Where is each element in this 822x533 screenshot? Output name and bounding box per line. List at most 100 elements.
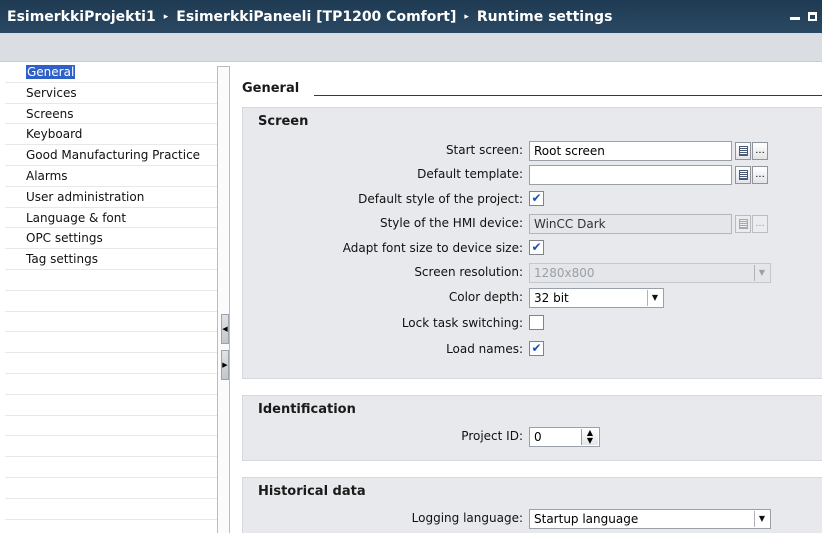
collapse-left-icon[interactable]: ◀ — [221, 314, 229, 344]
nav-item-label: User administration — [26, 189, 145, 204]
splitter-border — [217, 66, 230, 533]
historical-data-panel: Historical data Logging language: Startu… — [242, 477, 822, 533]
nav-empty-row — [5, 478, 217, 499]
field-label: Start screen: — [445, 143, 523, 157]
project-id-row: Project ID: 0 ▲ ▼ — [243, 427, 822, 447]
field-label: Color depth: — [448, 290, 523, 304]
hmi-style-field: WinCC Dark — [529, 214, 732, 234]
nav-item-general[interactable]: General — [5, 62, 217, 83]
default-style-checkbox[interactable]: ✔ — [529, 191, 544, 206]
breadcrumb-separator-icon: ▸ — [464, 11, 469, 22]
load-names-row: Load names: ✔ — [243, 340, 822, 360]
field-label: Default template: — [417, 167, 523, 181]
stepper-value: 0 — [534, 430, 542, 444]
logging-language-row: Logging language: Startup language ▼ — [243, 509, 822, 529]
nav-item-label: Keyboard — [26, 127, 83, 142]
nav-item-user-administration[interactable]: User administration — [5, 187, 217, 208]
nav-item-label: Screens — [26, 106, 74, 121]
nav-item-gmp[interactable]: Good Manufacturing Practice — [5, 145, 217, 166]
breadcrumb-device[interactable]: EsimerkkiPaneeli [TP1200 Comfort] — [176, 9, 456, 25]
nav-empty-row — [5, 374, 217, 395]
load-names-checkbox[interactable]: ✔ — [529, 341, 544, 356]
panel-title: Identification — [258, 402, 356, 417]
nav-item-tag-settings[interactable]: Tag settings — [5, 249, 217, 270]
dropdown-value: 1280x800 — [534, 266, 595, 280]
chevron-down-icon[interactable]: ▼ — [647, 290, 662, 306]
breadcrumb-separator-icon: ▸ — [163, 11, 169, 22]
nav-item-label: OPC settings — [26, 231, 103, 246]
nav-item-label: Alarms — [26, 168, 68, 183]
adapt-font-row: Adapt font size to device size: ✔ — [243, 239, 822, 259]
pane-splitter[interactable]: ◀ ▶ — [217, 62, 233, 533]
nav-empty-row — [5, 312, 217, 333]
adapt-font-checkbox[interactable]: ✔ — [529, 240, 544, 255]
field-label: Screen resolution: — [414, 265, 523, 279]
color-depth-row: Color depth: 32 bit ▼ — [243, 288, 822, 308]
restore-icon[interactable] — [808, 9, 820, 23]
nav-empty-row — [5, 416, 217, 437]
nav-empty-row — [5, 270, 217, 291]
identification-panel: Identification Project ID: 0 ▲ ▼ — [242, 395, 822, 461]
spin-arrows-icon[interactable]: ▲ ▼ — [581, 429, 598, 445]
field-label: Load names: — [446, 342, 523, 356]
nav-empty-row — [5, 436, 217, 458]
project-id-stepper[interactable]: 0 ▲ ▼ — [529, 427, 600, 447]
nav-empty-row — [5, 332, 217, 354]
browse-button: ... — [752, 215, 768, 233]
list-icon[interactable] — [735, 142, 751, 160]
dropdown-value: 32 bit — [534, 291, 569, 305]
settings-content: General Screen Start screen: Root screen… — [233, 62, 822, 533]
logging-language-dropdown[interactable]: Startup language ▼ — [529, 509, 771, 529]
nav-item-label: General — [26, 65, 76, 79]
lock-task-row: Lock task switching: — [243, 314, 822, 334]
field-label: Project ID: — [461, 429, 523, 443]
nav-item-language-font[interactable]: Language & font — [5, 208, 217, 229]
nav-item-screens[interactable]: Screens — [5, 104, 217, 125]
nav-item-opc-settings[interactable]: OPC settings — [5, 228, 217, 250]
color-depth-dropdown[interactable]: 32 bit ▼ — [529, 288, 664, 308]
panel-title: Screen — [258, 114, 309, 129]
minimize-icon[interactable] — [790, 9, 802, 23]
dropdown-value: Startup language — [534, 512, 639, 526]
chevron-down-icon[interactable]: ▼ — [754, 511, 769, 527]
default-template-row: Default template: ... — [243, 165, 822, 185]
heading-rule — [314, 95, 822, 96]
field-label: Adapt font size to device size: — [342, 241, 523, 255]
nav-item-label: Good Manufacturing Practice — [26, 148, 201, 163]
browse-button[interactable]: ... — [752, 166, 768, 184]
browse-button[interactable]: ... — [752, 142, 768, 160]
window-controls — [790, 9, 820, 23]
nav-item-services[interactable]: Services — [5, 83, 217, 104]
chevron-down-icon: ▼ — [754, 265, 769, 281]
screen-resolution-dropdown: 1280x800 ▼ — [529, 263, 771, 283]
nav-empty-row — [5, 395, 217, 416]
breadcrumb-project[interactable]: EsimerkkiProjekti1 — [7, 9, 156, 25]
nav-empty-row — [5, 499, 217, 520]
list-icon[interactable] — [735, 166, 751, 184]
default-style-row: Default style of the project: ✔ — [243, 190, 822, 210]
nav-empty-row — [5, 291, 217, 312]
nav-item-keyboard[interactable]: Keyboard — [5, 124, 217, 146]
field-label: Style of the HMI device: — [379, 216, 523, 230]
breadcrumb-runtime-settings[interactable]: Runtime settings — [477, 9, 613, 25]
panel-title: Historical data — [258, 484, 366, 499]
nav-item-label: Services — [26, 85, 77, 100]
toolbar-strip — [0, 33, 822, 62]
nav-item-alarms[interactable]: Alarms — [5, 166, 217, 187]
screen-resolution-row: Screen resolution: 1280x800 ▼ — [243, 263, 822, 283]
field-label: Lock task switching: — [401, 316, 523, 330]
screen-panel: Screen Start screen: Root screen ... Def… — [242, 107, 822, 379]
section-heading-text: General — [242, 81, 300, 96]
nav-item-label: Tag settings — [26, 252, 98, 267]
title-bar: EsimerkkiProjekti1 ▸ EsimerkkiPaneeli [T… — [0, 0, 822, 33]
lock-task-checkbox[interactable] — [529, 315, 544, 330]
start-screen-row: Start screen: Root screen ... — [243, 141, 822, 161]
field-label: Default style of the project: — [358, 192, 523, 206]
start-screen-field[interactable]: Root screen — [529, 141, 732, 161]
field-label: Logging language: — [411, 511, 523, 525]
list-icon — [735, 215, 751, 233]
section-heading: General — [242, 81, 822, 101]
expand-right-icon[interactable]: ▶ — [221, 350, 229, 380]
default-template-field[interactable] — [529, 165, 732, 185]
nav-item-label: Language & font — [26, 210, 127, 225]
